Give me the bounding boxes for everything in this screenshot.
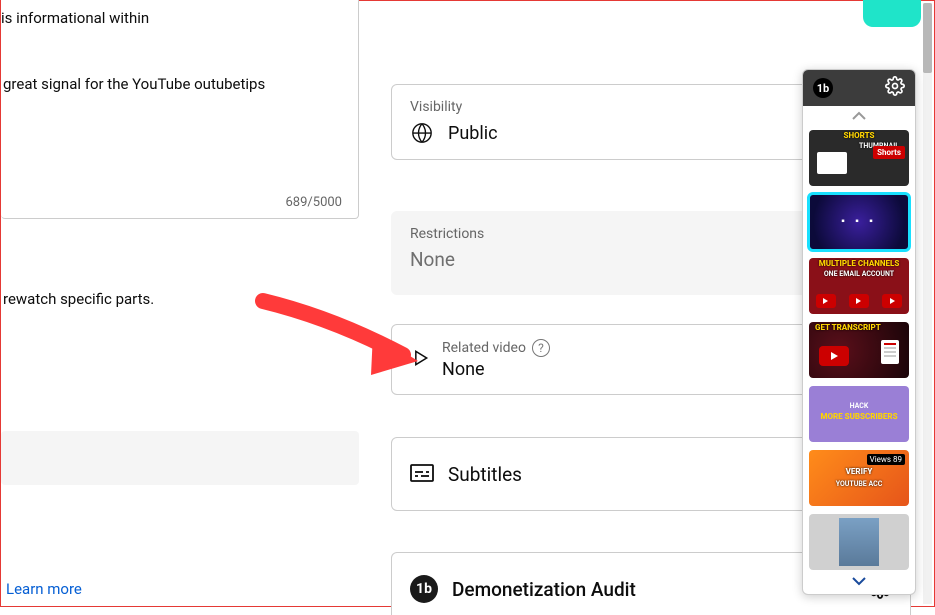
tubebuddy-badge-icon: 1b [410,575,438,603]
thumbnail-item[interactable]: VERIFY YOUTUBE ACC Views 89 [809,450,909,506]
page-root: eo. For the best example, refer to this … [1,1,934,606]
thumbnail-item[interactable]: GET TRANSCRIPT [809,322,909,378]
chapters-hint-text: rewatch specific parts. [3,290,154,308]
thumbnail-item[interactable]: MULTIPLE CHANNELS ONE EMAIL ACCOUNT [809,258,909,314]
description-char-counter: 689/5000 [285,195,342,210]
thumbnail-item[interactable] [809,514,909,570]
tubebuddy-sidebar[interactable]: 1b SHORTS THUMBNAIL Shorts ▪ ▪ ▪ MULTIPL… [802,69,916,595]
thumbnail-item[interactable]: HACK MORE SUBSCRIBERS [809,386,909,442]
thumbnail-list: SHORTS THUMBNAIL Shorts ▪ ▪ ▪ MULTIPLE C… [803,126,915,574]
tubebuddy-logo-icon: 1b [813,78,833,98]
description-textarea[interactable]: eo. For the best example, refer to this … [1,0,359,219]
description-text-fragment-1: eo. For the best example, refer to this … [1,0,342,31]
left-column: eo. For the best example, refer to this … [1,1,359,606]
globe-icon [410,121,434,145]
play-outline-icon [410,348,430,372]
grey-placeholder-block [1,431,359,485]
related-video-label: Related video [442,340,526,356]
thumbnail-item[interactable]: ▪ ▪ ▪ [809,194,909,250]
thumbnail-item[interactable]: SHORTS THUMBNAIL Shorts [809,130,909,186]
gear-icon[interactable] [885,76,905,100]
learn-more-link[interactable]: Learn more [6,580,82,598]
subtitles-icon [410,462,434,486]
visibility-value: Public [448,123,498,144]
chevron-down-icon[interactable] [803,574,915,594]
demonetization-audit-label: Demonetization Audit [452,578,636,601]
subtitles-value: Subtitles [448,463,522,486]
related-video-value: None [442,359,550,380]
restrictions-value: None [410,248,455,271]
tubebuddy-sidebar-header: 1b [803,70,915,106]
help-icon[interactable]: ? [532,339,550,357]
description-text-fragment-2: great signal for the YouTube outubetips [3,72,265,98]
chevron-up-icon[interactable] [803,106,915,126]
